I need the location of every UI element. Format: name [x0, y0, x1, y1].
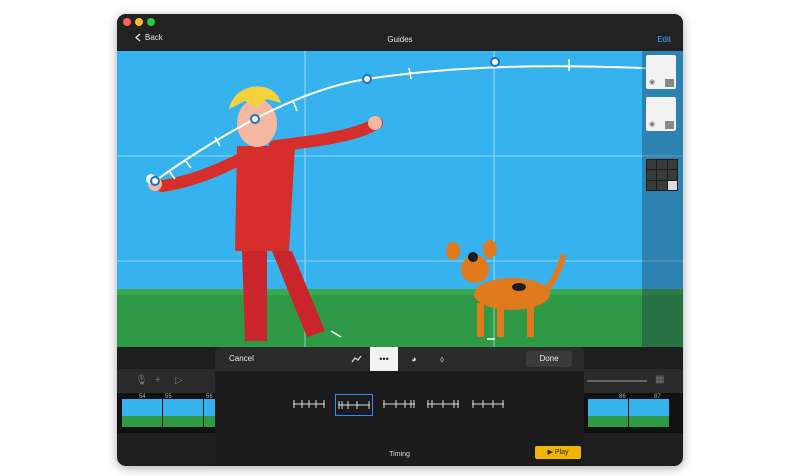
spacing-ease-out-icon	[383, 400, 415, 408]
frame-thumbnail[interactable]	[587, 399, 628, 427]
guide-popover: Cancel ••• ◕ ⬨ Done Timing ▶ Play	[215, 347, 584, 466]
spacing-preset-ease-in[interactable]	[335, 394, 373, 416]
frame-number: 56	[206, 394, 213, 400]
frame-number: 87	[654, 394, 661, 400]
layers-panel: ◉ ◉	[642, 51, 683, 347]
spacing-preset-linear-sparse[interactable]	[470, 394, 506, 414]
spacing-even-icon	[293, 400, 325, 408]
spacing-preset-ease-out[interactable]	[381, 394, 417, 414]
done-button[interactable]: Done	[526, 351, 572, 367]
minimize-window-button[interactable]	[135, 18, 143, 26]
frame-thumbnail[interactable]	[121, 399, 162, 427]
frame-thumbnail[interactable]	[162, 399, 203, 427]
spacing-sparse-icon	[472, 400, 504, 408]
app-window: Back Guides Edit ◉ ◉ 🎙 + ▷ ▦ 54 55 56 86…	[117, 14, 683, 466]
path-point[interactable]	[250, 114, 260, 124]
path-curve-icon	[351, 355, 361, 363]
layer-preview-icon	[665, 79, 674, 87]
grid-icon[interactable]: ▦	[655, 374, 664, 385]
layer-thumbnail[interactable]: ◉	[646, 55, 676, 89]
timing-section-label: Timing	[389, 451, 410, 458]
page-title: Guides	[387, 35, 413, 44]
spacing-ease-in-icon	[338, 401, 370, 409]
spacing-preset-even[interactable]	[291, 394, 327, 414]
path-point[interactable]	[150, 176, 160, 186]
frame-number: 86	[619, 394, 626, 400]
path-mode-button[interactable]	[342, 347, 370, 371]
animation-canvas[interactable]	[117, 51, 683, 347]
dots-icon: •••	[379, 354, 389, 364]
path-point[interactable]	[362, 74, 372, 84]
palette-icon: ◕	[411, 354, 417, 364]
ink-mode-button[interactable]: ⬨	[428, 347, 456, 371]
title-bar: Back Guides Edit	[117, 14, 683, 51]
zoom-window-button[interactable]	[147, 18, 155, 26]
scene-preview	[117, 51, 683, 347]
spacing-ease-both-icon	[427, 400, 459, 408]
eye-icon[interactable]: ◉	[649, 78, 655, 86]
play-circle-icon[interactable]: ▷	[175, 375, 183, 386]
zoom-slider[interactable]	[587, 380, 647, 382]
cancel-button[interactable]: Cancel	[229, 354, 254, 363]
eye-icon[interactable]: ◉	[649, 120, 655, 128]
layer-preview-icon	[665, 121, 674, 129]
frame-number: 54	[139, 394, 146, 400]
drop-icon: ⬨	[439, 353, 445, 364]
popover-toolbar: Cancel ••• ◕ ⬨ Done	[215, 347, 584, 371]
frame-thumbnail[interactable]	[628, 399, 669, 427]
spacing-preset-ease-both[interactable]	[425, 394, 461, 414]
edit-button[interactable]: Edit	[657, 35, 671, 44]
close-window-button[interactable]	[123, 18, 131, 26]
frame-number: 55	[165, 394, 172, 400]
color-mode-button[interactable]: ◕	[400, 347, 428, 371]
path-point[interactable]	[490, 57, 500, 67]
grid-layout-thumbnail[interactable]	[646, 159, 678, 191]
microphone-icon[interactable]: 🎙	[135, 375, 148, 386]
add-icon[interactable]: +	[155, 375, 161, 386]
layer-thumbnail[interactable]: ◉	[646, 97, 676, 131]
spacing-mode-button[interactable]: •••	[370, 347, 398, 371]
play-button[interactable]: ▶ Play	[535, 446, 581, 459]
